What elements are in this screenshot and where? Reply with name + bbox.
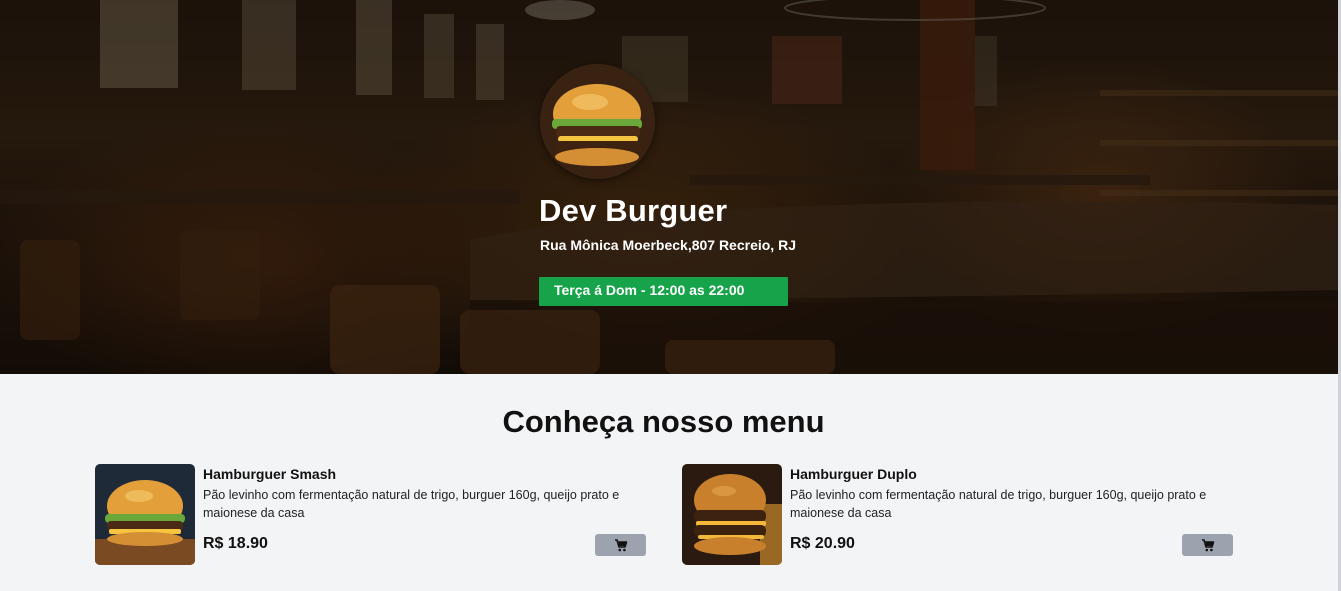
product-description: Pão levinho com fermentação natural de t… xyxy=(790,488,1207,520)
cart-icon xyxy=(1201,538,1214,551)
burger-logo-icon xyxy=(540,64,655,179)
hero-overlay xyxy=(0,0,1338,374)
opening-hours-badge: Terça á Dom - 12:00 as 22:00 xyxy=(539,277,788,306)
menu-title: Conheça nosso menu xyxy=(502,404,825,439)
product-name: Hamburguer Smash xyxy=(203,466,337,482)
product-image xyxy=(682,464,782,565)
product-description: Pão levinho com fermentação natural de t… xyxy=(203,488,620,520)
product-price: R$ 18.90 xyxy=(203,535,268,552)
menu-item-card: Hamburguer Smash Pão levinho com ferment… xyxy=(95,464,655,566)
product-name: Hamburguer Duplo xyxy=(790,466,917,482)
cart-icon xyxy=(614,538,627,551)
add-to-cart-button[interactable] xyxy=(595,534,646,556)
add-to-cart-button[interactable] xyxy=(1182,534,1233,556)
menu-item-card: Hamburguer Duplo Pão levinho com ferment… xyxy=(682,464,1242,566)
restaurant-logo xyxy=(540,64,655,179)
smash-burger-image xyxy=(95,464,195,565)
product-price: R$ 20.90 xyxy=(790,535,855,552)
restaurant-title: Dev Burguer xyxy=(539,193,728,228)
hero-banner: Dev Burguer Rua Mônica Moerbeck,807 Recr… xyxy=(0,0,1338,374)
product-image xyxy=(95,464,195,565)
double-burger-image xyxy=(682,464,782,565)
restaurant-address: Rua Mônica Moerbeck,807 Recreio, RJ xyxy=(540,237,796,253)
